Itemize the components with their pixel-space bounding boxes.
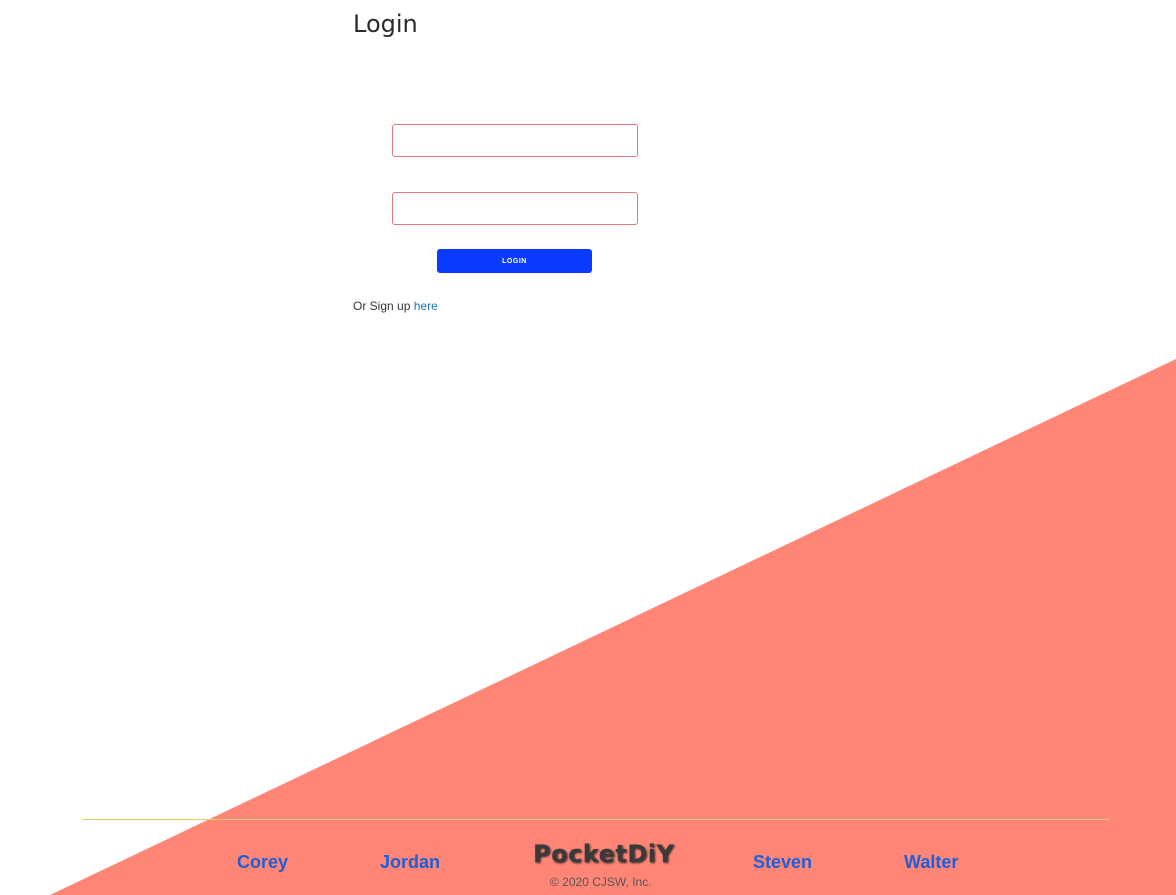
footer-link-steven[interactable]: Steven — [753, 852, 812, 873]
login-button[interactable]: LOGIN — [437, 249, 592, 273]
salmon-diagonal-shape — [50, 359, 1176, 895]
signup-prompt-text: Or Sign up — [353, 299, 411, 313]
signup-link[interactable]: here — [414, 299, 438, 313]
password-field[interactable] — [392, 192, 638, 225]
footer-link-jordan[interactable]: Jordan — [380, 852, 440, 873]
brand-logo: PocketDiY — [533, 840, 675, 868]
login-page: Login LOGIN Or Sign up here Corey Jordan… — [0, 0, 1176, 895]
footer-link-corey[interactable]: Corey — [237, 852, 288, 873]
footer-link-walter[interactable]: Walter — [904, 852, 958, 873]
page-title: Login — [353, 10, 418, 38]
username-field[interactable] — [392, 124, 638, 157]
footer-divider — [82, 819, 1110, 820]
copyright-text: © 2020 CJSW, Inc. — [550, 875, 652, 889]
signup-prompt: Or Sign up here — [353, 299, 438, 313]
